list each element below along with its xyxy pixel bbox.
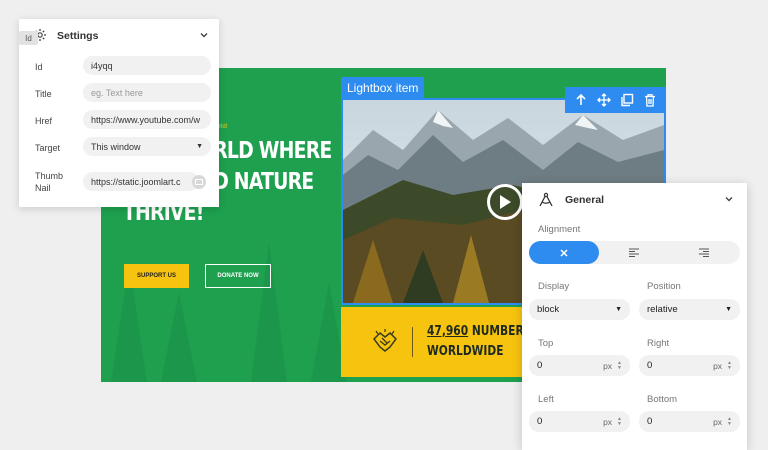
- position-select-value: relative: [647, 304, 678, 315]
- target-label: Target: [35, 143, 61, 153]
- top-input[interactable]: 0 px ▲ ▼: [529, 355, 630, 376]
- caret-down-icon: ▼: [196, 143, 203, 150]
- tree-decoration: [251, 242, 287, 382]
- right-input[interactable]: 0 px ▲ ▼: [639, 355, 740, 376]
- target-select-value: This window: [91, 141, 141, 152]
- caret-down-icon: ▼: [725, 306, 732, 313]
- chevron-down-icon[interactable]: [199, 30, 209, 40]
- bottom-unit: px: [713, 416, 723, 427]
- bottom-label: Bottom: [647, 394, 678, 405]
- settings-title: Settings: [57, 30, 99, 42]
- top-unit: px: [603, 360, 613, 371]
- align-right-icon: [699, 248, 709, 257]
- title-field[interactable]: eg. Text here: [83, 83, 211, 102]
- caret-down-icon: ▼: [615, 306, 622, 313]
- settings-header[interactable]: Id Settings: [19, 19, 219, 53]
- bottom-input[interactable]: 0 px ▲ ▼: [639, 411, 740, 432]
- hero-tagline: rld!: [219, 124, 228, 130]
- right-value: 0: [647, 360, 653, 371]
- left-unit: px: [603, 416, 613, 427]
- arrow-up-icon[interactable]: [572, 91, 590, 109]
- display-select[interactable]: block ▼: [529, 299, 630, 320]
- href-field[interactable]: https://www.youtube.com/w: [83, 110, 211, 129]
- stat-caption-line2: WORLDWIDE: [427, 344, 504, 359]
- handshake-icon: [373, 329, 397, 352]
- drafting-compass-icon: [539, 192, 553, 207]
- alignment-group: [529, 241, 740, 264]
- general-title: General: [565, 194, 605, 206]
- settings-panel: Id Settings Id i4yqq Title eg. Text here…: [19, 19, 219, 207]
- duplicate-icon[interactable]: [618, 91, 636, 109]
- display-label: Display: [538, 281, 570, 292]
- position-label: Position: [647, 281, 681, 292]
- trash-icon[interactable]: [641, 91, 659, 109]
- stepper-icon[interactable]: ▲ ▼: [617, 416, 622, 427]
- left-input[interactable]: 0 px ▲ ▼: [529, 411, 630, 432]
- align-none-button[interactable]: [529, 241, 599, 264]
- stat-text: 47,960 NUMBER OF S WORLDWIDE: [427, 322, 523, 362]
- donate-now-button[interactable]: DONATE NOW: [205, 264, 271, 288]
- align-right-button[interactable]: [669, 241, 739, 264]
- general-panel: General Alignment Display block ▼ Positi…: [522, 183, 747, 450]
- tree-decoration: [161, 292, 197, 382]
- right-unit: px: [713, 360, 723, 371]
- image-picker-icon[interactable]: [192, 175, 206, 189]
- element-toolbar: [565, 87, 666, 113]
- align-left-icon: [629, 248, 639, 257]
- right-label: Right: [647, 338, 670, 349]
- left-label: Left: [538, 394, 554, 405]
- display-select-value: block: [537, 304, 560, 315]
- chevron-down-icon[interactable]: [724, 194, 734, 204]
- thumb-nail-label: Thumb Nail: [35, 171, 64, 193]
- stat-divider: [412, 327, 413, 357]
- id-badge: Id: [19, 31, 38, 45]
- stepper-icon[interactable]: ▲ ▼: [617, 360, 622, 371]
- close-icon: [560, 248, 568, 257]
- stat-caption: NUMBER OF S: [471, 324, 523, 339]
- stat-strip: 47,960 NUMBER OF S WORLDWIDE: [341, 307, 523, 377]
- href-label: Href: [35, 116, 53, 126]
- alignment-label: Alignment: [538, 224, 581, 235]
- lightbox-item-label[interactable]: Lightbox item: [341, 77, 425, 98]
- position-select[interactable]: relative ▼: [639, 299, 740, 320]
- left-value: 0: [537, 416, 543, 427]
- support-us-button[interactable]: SUPPORT US: [124, 264, 189, 288]
- target-select[interactable]: This window ▼: [83, 137, 211, 156]
- stepper-icon[interactable]: ▲ ▼: [727, 416, 732, 427]
- stepper-icon[interactable]: ▲ ▼: [727, 360, 732, 371]
- align-left-button[interactable]: [599, 241, 669, 264]
- id-label: Id: [35, 62, 43, 72]
- top-label: Top: [538, 338, 554, 349]
- top-value: 0: [537, 360, 543, 371]
- play-icon: [500, 195, 511, 209]
- bottom-value: 0: [647, 416, 653, 427]
- play-button[interactable]: [487, 184, 523, 220]
- id-field[interactable]: i4yqq: [83, 56, 211, 75]
- title-label: Title: [35, 89, 52, 99]
- move-icon[interactable]: [595, 91, 613, 109]
- stat-number: 47,960: [427, 324, 469, 339]
- thumb-nail-field[interactable]: https://static.joomlart.c: [83, 172, 199, 191]
